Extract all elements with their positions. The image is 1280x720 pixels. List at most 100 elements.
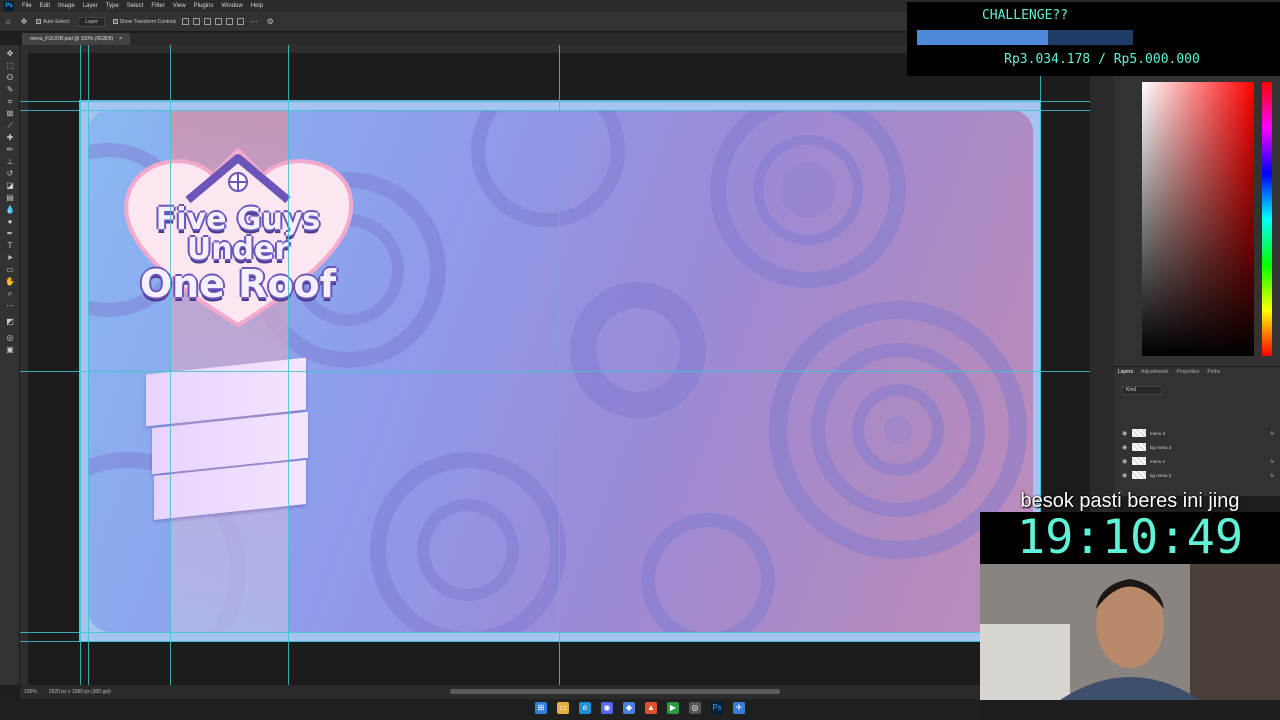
layer-filter-kind[interactable]: Kind <box>1122 386 1162 395</box>
healing-brush-tool-icon[interactable]: ✚ <box>5 133 15 142</box>
obs-icon[interactable]: ◎ <box>689 702 701 714</box>
layer-row[interactable]: ◉ menu 2 fx <box>1122 455 1274 467</box>
align-center-icon[interactable] <box>193 18 201 25</box>
history-brush-tool-icon[interactable]: ↺ <box>5 169 15 178</box>
windows-start-icon[interactable]: ⊞ <box>535 702 547 714</box>
crop-tool-icon[interactable]: ⌗ <box>5 97 15 106</box>
screen-mode-icon[interactable]: ▣ <box>5 345 15 354</box>
color-swatches-icon[interactable]: ◩ <box>5 317 15 326</box>
transform-controls-checkbox[interactable]: Show Transform Controls <box>112 19 176 25</box>
more-options-icon[interactable]: ⋯ <box>249 17 259 27</box>
taskbar <box>0 699 980 720</box>
menu-select[interactable]: Select <box>123 3 148 9</box>
color-picker-field[interactable] <box>1142 82 1254 356</box>
guide-horizontal[interactable] <box>20 641 1090 642</box>
kind-label: Kind <box>1126 387 1137 393</box>
more-tools-icon[interactable]: ⋯ <box>5 301 15 310</box>
close-icon[interactable]: × <box>119 36 122 42</box>
photoshop-taskbar-icon[interactable]: Ps <box>711 702 723 714</box>
tab-layers[interactable]: Layers <box>1118 369 1133 375</box>
eraser-tool-icon[interactable]: ◪ <box>5 181 15 190</box>
menu-type[interactable]: Type <box>102 3 123 9</box>
guide-vertical[interactable] <box>170 45 171 685</box>
edge-browser-icon[interactable]: e <box>579 702 591 714</box>
align-right-icon[interactable] <box>204 18 212 25</box>
file-explorer-icon[interactable]: ▭ <box>557 702 569 714</box>
guide-horizontal[interactable] <box>20 101 1090 102</box>
menu-file[interactable]: File <box>18 3 36 9</box>
menu-plugins[interactable]: Plugins <box>190 3 218 9</box>
eye-icon[interactable]: ◉ <box>1122 458 1128 465</box>
layer-name: bg menu 3 <box>1150 444 1172 450</box>
tab-adjustments[interactable]: Adjustments <box>1141 369 1169 375</box>
menu-help[interactable]: Help <box>247 3 267 9</box>
move-tool-icon[interactable]: ✥ <box>5 49 15 58</box>
guide-vertical[interactable] <box>559 45 560 685</box>
hue-slider[interactable] <box>1262 82 1272 356</box>
app-icon[interactable]: ◆ <box>623 702 635 714</box>
align-bottom-icon[interactable] <box>237 18 245 25</box>
layer-row[interactable]: ◉ bg menu 3 <box>1122 441 1274 453</box>
lasso-tool-icon[interactable]: ʘ <box>5 73 15 82</box>
zoom-level[interactable]: 100% <box>24 689 37 695</box>
align-left-icon[interactable] <box>182 18 190 25</box>
logo-line-3: One Roof <box>139 262 337 306</box>
eye-icon[interactable]: ◉ <box>1122 472 1128 479</box>
guide-vertical[interactable] <box>88 45 89 685</box>
path-select-tool-icon[interactable]: ➤ <box>5 253 15 262</box>
type-tool-icon[interactable]: T <box>5 241 15 250</box>
layer-select-dropdown[interactable]: Layer <box>78 16 105 27</box>
brush-tool-icon[interactable]: ✏ <box>5 145 15 154</box>
layer-thumbnail <box>1132 457 1146 465</box>
quick-select-tool-icon[interactable]: ✎ <box>5 85 15 94</box>
eye-icon[interactable]: ◉ <box>1122 430 1128 437</box>
fx-icon[interactable]: fx <box>1270 473 1274 478</box>
fx-icon[interactable]: fx <box>1270 431 1274 436</box>
document-tab[interactable]: menu_FGUOR.psd @ 100% (RGB/8) × <box>22 33 131 45</box>
menu-filter[interactable]: Filter <box>147 3 168 9</box>
pen-tool-icon[interactable]: ✒ <box>5 229 15 238</box>
tab-paths[interactable]: Paths <box>1207 369 1220 375</box>
vertical-ruler[interactable] <box>20 45 28 685</box>
guide-horizontal[interactable] <box>20 110 1090 111</box>
clone-stamp-tool-icon[interactable]: ⊥ <box>5 157 15 166</box>
move-tool-icon[interactable]: ✥ <box>19 17 29 27</box>
hand-tool-icon[interactable]: ✋ <box>5 277 15 286</box>
layer-row[interactable]: ◉ menu 3 fx <box>1122 427 1274 439</box>
horizontal-scrollbar[interactable] <box>450 689 780 694</box>
eye-icon[interactable]: ◉ <box>1122 444 1128 451</box>
menu-window[interactable]: Window <box>217 3 246 9</box>
align-top-icon[interactable] <box>215 18 223 25</box>
layer-thumbnail <box>1132 471 1146 479</box>
frame-tool-icon[interactable]: ⊠ <box>5 109 15 118</box>
guide-horizontal[interactable] <box>20 632 1090 633</box>
blur-tool-icon[interactable]: 💧 <box>5 205 15 214</box>
quick-mask-icon[interactable]: ◎ <box>5 333 15 342</box>
photoshop-logo-icon[interactable]: Ps <box>4 1 14 11</box>
menu-layer[interactable]: Layer <box>79 3 102 9</box>
fx-icon[interactable]: fx <box>1270 459 1274 464</box>
streamer-silhouette <box>980 564 1280 700</box>
brave-browser-icon[interactable]: ▲ <box>645 702 657 714</box>
gear-icon[interactable]: ⚙ <box>265 17 275 27</box>
menu-edit[interactable]: Edit <box>36 3 54 9</box>
tab-properties[interactable]: Properties <box>1177 369 1200 375</box>
dodge-tool-icon[interactable]: ● <box>5 217 15 226</box>
auto-select-checkbox[interactable]: Auto-Select: <box>36 19 70 25</box>
media-player-icon[interactable]: ▶ <box>667 702 679 714</box>
gradient-tool-icon[interactable]: ▤ <box>5 193 15 202</box>
menu-view[interactable]: View <box>169 3 190 9</box>
shape-tool-icon[interactable]: ▭ <box>5 265 15 274</box>
menu-image[interactable]: Image <box>54 3 79 9</box>
guide-vertical[interactable] <box>288 45 289 685</box>
app-icon[interactable]: ✈ <box>733 702 745 714</box>
align-middle-icon[interactable] <box>226 18 234 25</box>
home-icon[interactable]: ⌂ <box>3 17 13 27</box>
layer-row[interactable]: ◉ bg menu 2 fx <box>1122 469 1274 481</box>
guide-horizontal[interactable] <box>20 371 1090 372</box>
guide-vertical[interactable] <box>80 45 81 685</box>
marquee-tool-icon[interactable]: ⬚ <box>5 61 15 70</box>
zoom-tool-icon[interactable]: ⌕ <box>5 289 15 298</box>
discord-icon[interactable]: ◉ <box>601 702 613 714</box>
eyedropper-tool-icon[interactable]: ⟋ <box>5 121 15 130</box>
